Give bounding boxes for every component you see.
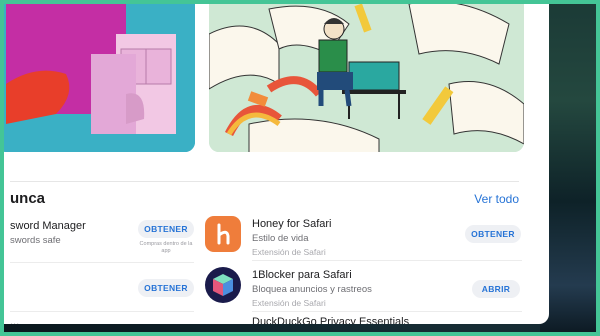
get-button[interactable]: OBTENER (465, 225, 521, 243)
featured-card-left[interactable] (4, 4, 195, 152)
row-separator (10, 262, 194, 263)
1blocker-cube-icon[interactable] (205, 267, 241, 303)
get-button[interactable]: OBTENER (138, 279, 194, 297)
honey-h-glyph (217, 223, 230, 245)
honey-app-subtitle: Estilo de vida (252, 233, 309, 244)
featured-art-right (209, 4, 524, 152)
1blocker-app-category: Extensión de Safari (252, 298, 326, 308)
row-separator (252, 311, 522, 312)
featured-art-left (4, 4, 195, 152)
duckduckgo-app-name[interactable]: DuckDuckGo Privacy Essentials (252, 316, 409, 324)
row-separator (252, 260, 522, 261)
see-all-link[interactable]: Ver todo (474, 192, 519, 206)
section-divider (10, 181, 519, 182)
left-app-1-subtitle: swords safe (10, 235, 61, 246)
featured-card-right[interactable] (209, 4, 524, 152)
honey-app-category: Extensión de Safari (252, 247, 326, 257)
left-app-1-name[interactable]: sword Manager (10, 220, 86, 232)
1blocker-app-subtitle: Bloquea anuncios y rastreos (252, 284, 372, 295)
open-button[interactable]: ABRIR (472, 280, 520, 298)
left-app-3-name[interactable]: ... (10, 316, 19, 324)
in-app-purchases-note: Compras dentro de la app (139, 241, 193, 254)
honey-app-name[interactable]: Honey for Safari (252, 218, 331, 230)
1blocker-app-name[interactable]: 1Blocker para Safari (252, 269, 352, 281)
app-store-window: unca Ver todo sword Manager swords safe … (4, 4, 549, 324)
desktop-wallpaper-edge (540, 0, 600, 336)
honey-h-icon[interactable] (205, 216, 241, 252)
1blocker-cube-glyph (213, 274, 233, 296)
row-separator (10, 311, 194, 312)
get-button[interactable]: OBTENER (138, 220, 194, 238)
section-title: unca (10, 190, 46, 207)
